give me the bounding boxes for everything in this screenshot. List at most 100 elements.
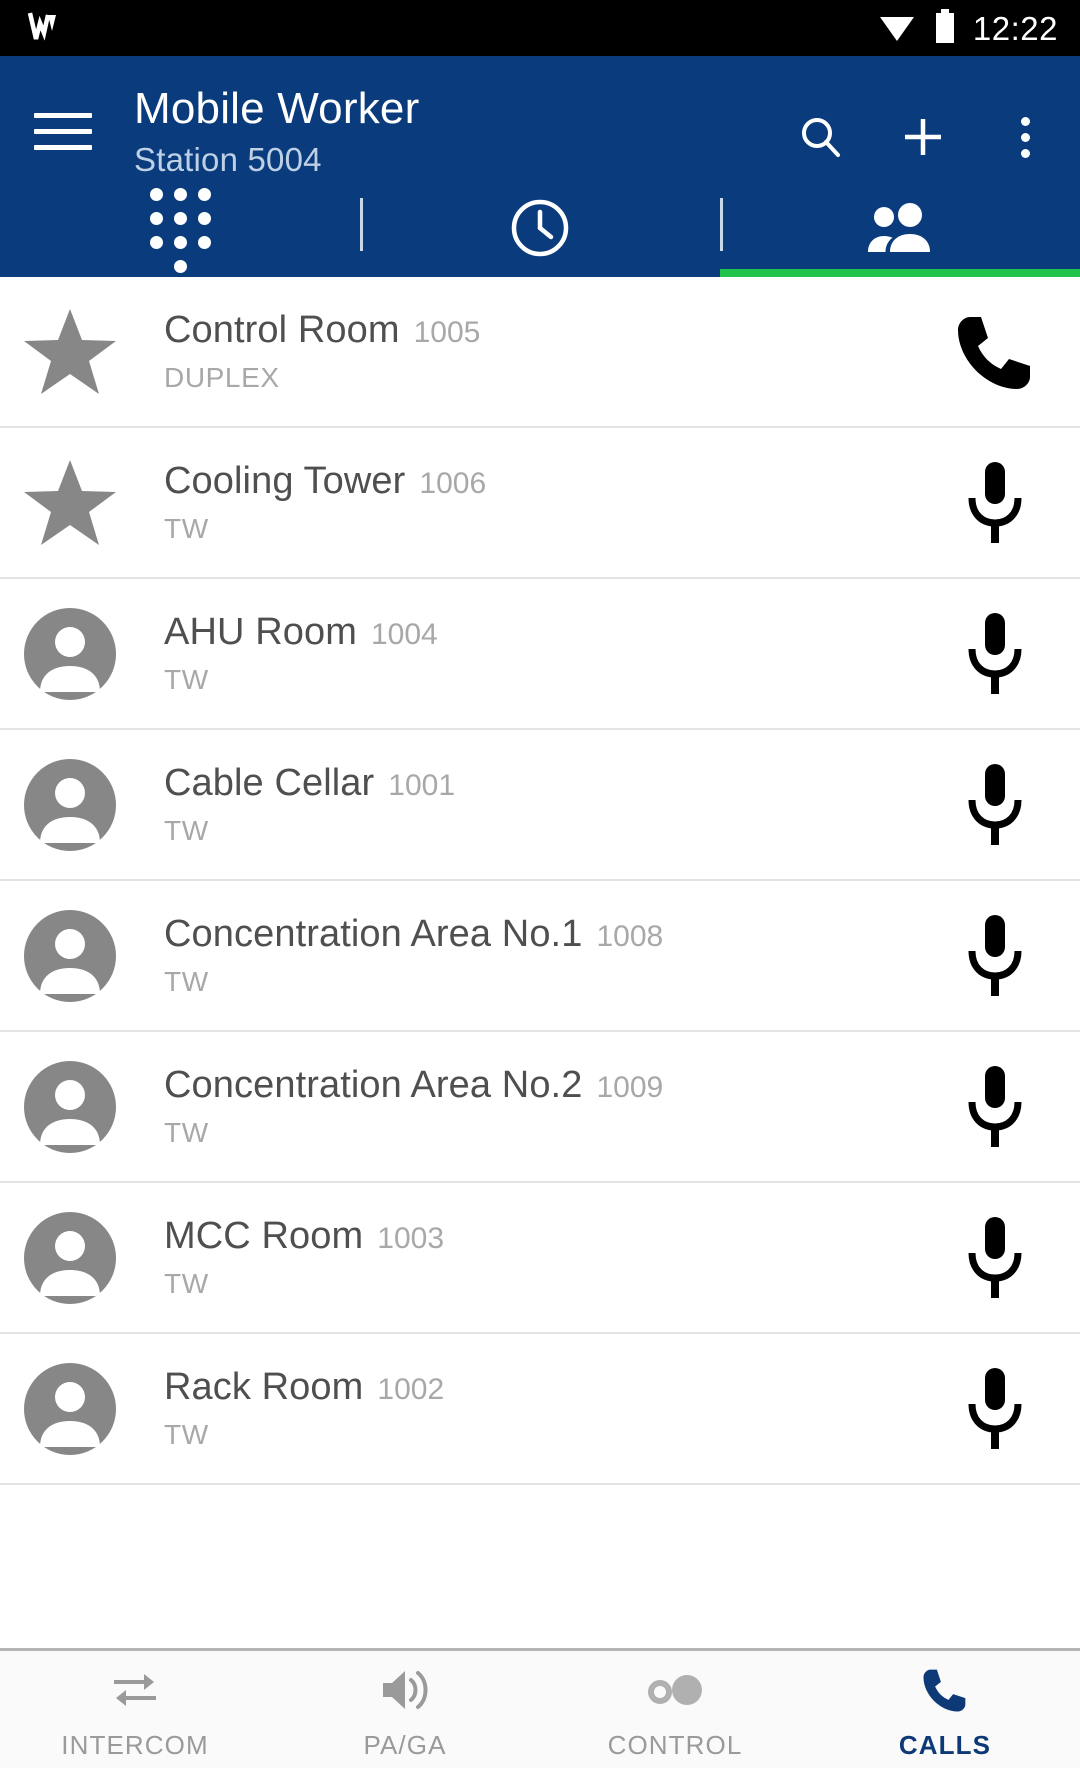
contact-name: Control Room — [164, 309, 400, 351]
hamburger-menu-icon[interactable] — [34, 102, 92, 160]
contact-extension: 1005 — [413, 316, 481, 349]
swap-arrows-icon — [108, 1664, 162, 1716]
person-icon — [22, 1210, 118, 1306]
contact-extension: 1004 — [370, 618, 438, 651]
person-icon — [22, 757, 118, 853]
dialpad-dot — [197, 236, 211, 249]
contact-extension: 1003 — [377, 1222, 445, 1255]
nav-item-paga[interactable]: PA/GA — [270, 1651, 540, 1768]
nav-item-intercom[interactable]: INTERCOM — [0, 1651, 270, 1768]
status-bar-right: 12:22 — [877, 8, 1058, 49]
contact-mode: TW — [164, 664, 209, 695]
contact-name: Concentration Area No.2 — [164, 1064, 583, 1106]
star-icon — [22, 304, 118, 400]
microphone-icon[interactable] — [940, 913, 1050, 999]
tab-dialpad[interactable] — [0, 184, 360, 277]
status-bar-left — [26, 9, 66, 48]
contact-mode: TW — [164, 1268, 209, 1299]
microphone-icon[interactable] — [940, 1215, 1050, 1301]
contact-info: Control Room 1005 DUPLEX — [164, 309, 940, 394]
tab-contacts[interactable] — [720, 184, 1080, 277]
person-icon — [22, 908, 118, 1004]
app-bar-titles: Mobile Worker Station 5004 — [134, 78, 790, 181]
tab-recents[interactable] — [360, 184, 720, 277]
contact-extension: 1001 — [388, 769, 456, 802]
microphone-icon[interactable] — [940, 1366, 1050, 1452]
contact-mode: TW — [164, 815, 209, 846]
contact-extension: 1002 — [377, 1373, 445, 1406]
dialpad-dot — [149, 188, 163, 201]
hamburger-line — [34, 112, 92, 118]
table-row[interactable]: Concentration Area No.1 1008 TW — [0, 881, 1080, 1032]
overflow-dot — [1020, 116, 1030, 126]
dialpad-dot — [173, 236, 187, 249]
person-icon — [22, 1361, 118, 1457]
phone-icon[interactable] — [940, 309, 1050, 395]
contact-info: Cooling Tower 1006 TW — [164, 460, 940, 545]
tab-bar — [0, 184, 1080, 277]
contact-extension: 1006 — [419, 467, 487, 500]
dialpad-dot — [173, 188, 187, 201]
table-row[interactable]: Cable Cellar 1001 TW — [0, 730, 1080, 881]
overflow-dot — [1020, 132, 1030, 142]
dialpad-dot — [173, 260, 187, 273]
contact-primary-line: MCC Room 1003 — [164, 1215, 940, 1258]
contact-name: Rack Room — [164, 1366, 364, 1408]
add-icon[interactable] — [892, 106, 954, 168]
people-icon — [866, 200, 934, 261]
contact-name: Cable Cellar — [164, 762, 375, 804]
table-row[interactable]: Rack Room 1002 TW — [0, 1334, 1080, 1485]
app-bar-actions — [790, 78, 1056, 168]
dialpad-dot — [197, 212, 211, 225]
table-row[interactable]: Concentration Area No.2 1009 TW — [0, 1032, 1080, 1183]
microphone-icon[interactable] — [940, 611, 1050, 697]
star-icon — [22, 455, 118, 551]
microphone-icon[interactable] — [940, 460, 1050, 546]
contact-primary-line: Concentration Area No.2 1009 — [164, 1064, 940, 1107]
contact-extension: 1008 — [596, 920, 664, 953]
nav-item-calls[interactable]: CALLS — [810, 1651, 1080, 1768]
contact-primary-line: Rack Room 1002 — [164, 1366, 940, 1409]
clock-icon — [509, 197, 571, 264]
search-icon[interactable] — [790, 106, 852, 168]
contact-info: Rack Room 1002 TW — [164, 1366, 940, 1451]
contact-primary-line: AHU Room 1004 — [164, 611, 940, 654]
nav-item-control[interactable]: CONTROL — [540, 1651, 810, 1768]
status-bar-clock: 12:22 — [972, 9, 1058, 47]
microphone-icon[interactable] — [940, 1064, 1050, 1150]
contact-primary-line: Concentration Area No.1 1008 — [164, 913, 940, 956]
dialpad-icon — [149, 188, 211, 273]
contact-mode: TW — [164, 1117, 209, 1148]
dialpad-dot — [149, 212, 163, 225]
bottom-navigation: INTERCOM PA/GA CONTROL CALLS — [0, 1648, 1080, 1768]
page-subtitle: Station 5004 — [134, 141, 322, 179]
contact-name: AHU Room — [164, 611, 357, 653]
microphone-icon[interactable] — [940, 762, 1050, 848]
nav-label-control: CONTROL — [607, 1730, 743, 1760]
nav-label-calls: CALLS — [898, 1730, 992, 1760]
contact-mode: TW — [164, 513, 209, 544]
contact-list[interactable]: Control Room 1005 DUPLEX Cooling Tower 1… — [0, 277, 1080, 1648]
table-row[interactable]: Cooling Tower 1006 TW — [0, 428, 1080, 579]
nav-label-paga: PA/GA — [363, 1730, 447, 1760]
contact-mode: TW — [164, 1419, 209, 1450]
contact-extension: 1009 — [596, 1071, 664, 1104]
dialpad-dot — [149, 236, 163, 249]
battery-icon — [933, 8, 957, 49]
contact-info: Concentration Area No.2 1009 TW — [164, 1064, 940, 1149]
contact-info: MCC Room 1003 TW — [164, 1215, 940, 1300]
signal-icon — [26, 9, 66, 48]
wifi-icon — [877, 9, 917, 48]
phone-icon — [920, 1664, 970, 1716]
table-row[interactable]: Control Room 1005 DUPLEX — [0, 277, 1080, 428]
nav-label-intercom: INTERCOM — [61, 1730, 209, 1760]
page-title: Mobile Worker — [134, 84, 420, 133]
app-screen: 12:22 Mobile Worker Station 5004 Control… — [0, 0, 1080, 1768]
contact-primary-line: Control Room 1005 — [164, 309, 940, 352]
overflow-menu-icon[interactable] — [994, 106, 1056, 168]
app-bar-top: Mobile Worker Station 5004 — [0, 56, 1080, 184]
table-row[interactable]: MCC Room 1003 TW — [0, 1183, 1080, 1334]
table-row[interactable]: AHU Room 1004 TW — [0, 579, 1080, 730]
person-icon — [22, 1059, 118, 1155]
status-bar: 12:22 — [0, 0, 1080, 56]
